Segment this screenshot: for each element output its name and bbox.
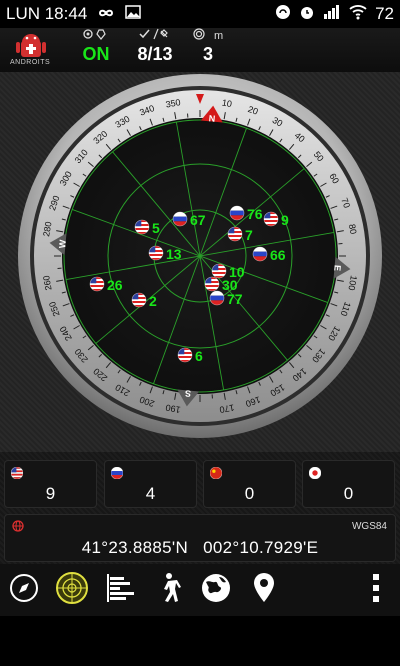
check-satellite-icon <box>130 28 180 42</box>
satellite-marker[interactable]: 77 <box>209 290 243 307</box>
satellite-prn: 26 <box>107 277 123 293</box>
sky-view-radar[interactable]: 10 20 30 40 50 60 70 80 100 110 120 130 140 150 160 170… <box>0 72 400 452</box>
satellite-prn: 76 <box>247 206 263 222</box>
walk-icon <box>155 572 181 609</box>
satellite-prn: 7 <box>245 227 253 243</box>
svg-text:S: S <box>185 388 192 398</box>
satellite-marker[interactable]: 13 <box>148 245 182 262</box>
compass-icon <box>9 573 39 608</box>
satellite-prn: 2 <box>149 293 157 309</box>
satellite-marker[interactable]: 76 <box>229 205 263 222</box>
globe-icon <box>12 520 24 535</box>
app-header: ANDROITS ON 8/13 m 3 <box>0 28 400 72</box>
accuracy-unit: m <box>213 29 224 42</box>
bars-icon <box>104 572 136 609</box>
satellites-in-use: 8/13 <box>130 28 180 65</box>
radar-icon <box>55 571 89 610</box>
image-icon <box>125 5 142 23</box>
position-card[interactable]: WGS84 41°23.8885'N 002°10.7929'E <box>4 514 396 562</box>
tab-walk[interactable] <box>148 570 188 610</box>
satellite-marker[interactable]: 26 <box>89 276 123 293</box>
alarm-icon <box>299 4 315 24</box>
satellite-prn: 67 <box>190 212 206 228</box>
battery-level: 72 <box>375 4 394 23</box>
constellation-card-gps[interactable]: 9 <box>4 460 97 508</box>
tab-globe[interactable] <box>196 570 236 610</box>
tab-location[interactable] <box>244 570 284 610</box>
russia-flag-icon <box>110 466 124 484</box>
china-flag-icon <box>209 466 223 484</box>
coordinates: 41°23.8885'N 002°10.7929'E <box>81 538 319 557</box>
satellite-prn: 13 <box>166 246 182 262</box>
target-icon <box>193 28 205 44</box>
gps-status: ON <box>76 28 116 65</box>
tab-radar[interactable] <box>52 570 92 610</box>
constellation-count: 4 <box>145 484 156 503</box>
constellation-count: 9 <box>45 484 56 503</box>
tab-signal-bars[interactable] <box>100 570 140 610</box>
radar-svg[interactable]: 1020304050607080100110120130140150160170… <box>0 72 400 452</box>
datum-label: WGS84 <box>351 521 387 532</box>
satellite-marker[interactable]: 66 <box>252 246 286 263</box>
status-bar: LUN 18:44 72 <box>0 0 400 28</box>
constellation-count: 0 <box>343 484 354 503</box>
usa-flag-icon <box>10 466 24 484</box>
app-logo-text: ANDROITS <box>10 59 51 66</box>
pin-icon <box>252 572 276 609</box>
constellation-card-qzss[interactable]: 0 <box>302 460 395 508</box>
svg-text:E: E <box>332 265 342 272</box>
more-vert-icon <box>371 572 381 609</box>
svg-text:W: W <box>57 239 68 249</box>
constellation-card-beidou[interactable]: 0 <box>203 460 296 508</box>
accuracy-value: 3 <box>202 44 213 64</box>
satellite-prn: 77 <box>227 291 243 307</box>
globe-icon <box>200 572 232 609</box>
status-time: LUN 18:44 <box>6 4 88 23</box>
degree-label: 80 <box>347 223 359 235</box>
info-panel: 9 4 0 0 WGS84 41°23.8885'N 002°10.7929'E <box>0 452 400 572</box>
satellite-prn: 6 <box>195 348 203 364</box>
svg-text:N: N <box>208 113 215 124</box>
satellite-prn: 5 <box>152 220 160 236</box>
accuracy: m 3 <box>188 28 228 65</box>
tab-menu[interactable] <box>356 570 396 610</box>
constellation-count: 0 <box>244 484 255 503</box>
satellite-prn: 66 <box>270 247 286 263</box>
bottom-tab-bar <box>0 564 400 616</box>
degree-label: 10 <box>221 98 233 110</box>
japan-flag-icon <box>308 466 322 484</box>
satellite-marker[interactable]: 67 <box>172 211 206 228</box>
signal-icon <box>323 4 341 24</box>
tab-compass[interactable] <box>4 570 44 610</box>
infinity-icon <box>95 5 117 23</box>
wifi-icon <box>349 4 367 24</box>
bottom-spacer <box>0 616 400 666</box>
satellite-prn: 9 <box>281 212 289 228</box>
satellites-value: 8/13 <box>137 44 173 64</box>
headset-icon <box>275 4 291 24</box>
gps-icon <box>76 28 116 42</box>
gps-status-value: ON <box>82 44 110 64</box>
constellation-card-glonass[interactable]: 4 <box>104 460 197 508</box>
